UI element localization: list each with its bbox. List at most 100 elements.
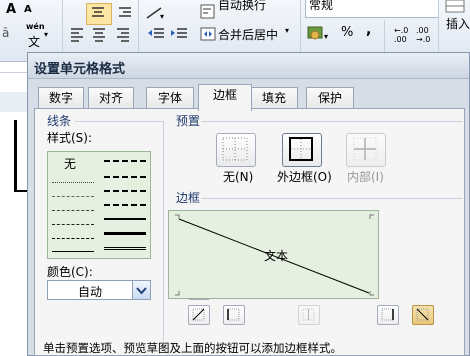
line-style-thick[interactable]	[104, 232, 146, 235]
ribbon-separator	[300, 0, 301, 52]
tab-alignment[interactable]: 对齐	[88, 87, 134, 110]
tab-protection[interactable]: 保护	[306, 87, 354, 110]
border-diagonal-down-icon	[416, 308, 429, 321]
format-cells-dialog: 设置单元格格式 数字 对齐 字体 边框 填充 保护 线条 样式(S): 无 颜色…	[27, 52, 470, 356]
line-style-medium-dashed[interactable]	[104, 204, 146, 206]
increase-indent-icon	[171, 28, 187, 38]
svg-text:←.0: ←.0	[394, 26, 408, 35]
accounting-format-button[interactable]: ▾	[304, 22, 334, 46]
cell-border	[14, 120, 17, 192]
preset-inside-label: 内部(I)	[347, 170, 384, 184]
line-style-medium-dash-dot-dot[interactable]	[104, 160, 146, 162]
style-label: 样式(S):	[47, 131, 93, 145]
ribbon-separator	[138, 0, 139, 52]
tab-label: 对齐	[98, 91, 123, 105]
line-style-thin[interactable]	[52, 251, 94, 252]
dialog-title: 设置单元格格式	[34, 62, 126, 77]
border-diagonal-up-button[interactable]	[188, 305, 210, 325]
line-style-none[interactable]: 无	[64, 155, 76, 172]
border-right-button[interactable]	[377, 305, 399, 325]
decrease-decimal-button[interactable]: .00 →.0	[414, 22, 436, 46]
preset-none-label: 无(N)	[223, 170, 254, 184]
border-diagonal-down-button[interactable]	[412, 305, 434, 325]
tab-fill[interactable]: 填充	[250, 87, 298, 110]
worksheet-area[interactable]	[0, 62, 30, 356]
decrease-decimal-icon: .00→.0	[416, 26, 430, 44]
group-divider	[75, 121, 163, 122]
orientation-button[interactable]: ▾	[142, 3, 168, 23]
accounting-format-icon: ▾	[307, 26, 328, 41]
line-color-select[interactable]: 自动	[47, 280, 151, 300]
tab-label: 保护	[317, 91, 342, 105]
color-label: 颜色(C):	[47, 265, 93, 279]
preset-none-button[interactable]	[216, 133, 256, 167]
wen-icon[interactable]: wén	[26, 22, 45, 31]
tab-bar: 数字 对齐 字体 边框 填充 保护	[28, 79, 469, 111]
presets-group-title: 预置	[176, 114, 201, 128]
border-left-button[interactable]	[223, 305, 245, 325]
wen-dropdown-icon[interactable]: ▾	[44, 30, 48, 39]
group-divider	[201, 198, 463, 199]
line-style-medium[interactable]	[104, 218, 146, 220]
tab-border[interactable]: 边框	[198, 84, 252, 111]
group-divider	[201, 121, 463, 122]
tab-label: 填充	[261, 91, 286, 105]
wrap-text-icon	[200, 4, 215, 19]
tab-font[interactable]: 字体	[146, 87, 194, 110]
wen-char-icon[interactable]: 文	[28, 33, 40, 50]
comma-button[interactable]: ,	[366, 22, 371, 38]
line-style-slant-dash-dot[interactable]	[104, 176, 146, 178]
border-inside-vertical-icon	[302, 308, 315, 321]
tab-number[interactable]: 数字	[38, 87, 84, 110]
merge-center-button[interactable]: 合并后居中 ▾	[196, 22, 298, 46]
increase-decimal-button[interactable]: ←.0.00	[392, 22, 414, 46]
border-left-icon	[227, 308, 240, 321]
line-group-title: 线条	[47, 114, 72, 128]
border-diagonal-up-icon	[192, 308, 205, 321]
percent-button[interactable]: %	[341, 25, 353, 40]
align-center-button[interactable]	[88, 22, 110, 46]
ribbon-separator	[438, 0, 439, 52]
wrap-text-button[interactable]: 自动换行	[196, 0, 284, 23]
line-style-double[interactable]	[104, 247, 146, 250]
merge-dropdown-icon[interactable]: ▾	[285, 26, 289, 35]
align-middle-icon	[93, 28, 105, 42]
align-right-button[interactable]	[112, 22, 134, 46]
line-style-dashed[interactable]	[52, 238, 94, 239]
line-style-dash-dot[interactable]	[52, 224, 94, 225]
insert-icon	[445, 0, 465, 13]
preset-outline-button[interactable]	[282, 133, 322, 167]
align-left-button[interactable]	[66, 22, 88, 46]
font-grow-icon[interactable]: A	[6, 2, 16, 17]
insert-button[interactable]: 插入	[442, 0, 470, 40]
line-style-dotted[interactable]	[52, 196, 94, 197]
decrease-indent-button[interactable]	[145, 22, 169, 46]
border-inside-vertical-button[interactable]	[298, 305, 320, 325]
line-style-list[interactable]: 无	[47, 151, 151, 259]
border-right-icon	[381, 308, 394, 321]
preset-outline-icon	[289, 137, 313, 161]
hint-text: 单击预置选项、预览草图及上面的按钮可以添加边框样式。	[43, 341, 342, 355]
line-style-hair[interactable]	[52, 182, 94, 183]
insert-label: 插入	[446, 17, 470, 31]
number-format-select[interactable]: 常规	[305, 0, 439, 18]
decrease-indent-icon	[148, 28, 164, 38]
svg-text:▾: ▾	[324, 32, 328, 41]
dialog-titlebar[interactable]: 设置单元格格式	[28, 53, 469, 79]
increase-decimal-icon: ←.0.00	[394, 26, 408, 44]
svg-text:→.0: →.0	[416, 35, 430, 44]
align-right-icon	[119, 7, 131, 17]
increase-indent-button[interactable]	[168, 22, 192, 46]
orientation-icon: ▾	[146, 7, 164, 21]
color-dropdown-button[interactable]	[132, 281, 150, 299]
header-strip	[0, 92, 30, 112]
line-style-dash-dot-dot[interactable]	[52, 210, 94, 211]
font-shrink-icon[interactable]: A	[24, 4, 32, 15]
merge-center-label: 合并后居中	[218, 28, 279, 42]
ribbon-left-glyph: ā	[2, 26, 10, 40]
align-center-icon	[92, 7, 104, 17]
line-style-medium-dash-dot[interactable]	[104, 190, 146, 192]
border-preview[interactable]: 文本	[168, 210, 379, 299]
ribbon-separator	[62, 0, 63, 52]
preset-inside-button[interactable]	[346, 133, 386, 167]
